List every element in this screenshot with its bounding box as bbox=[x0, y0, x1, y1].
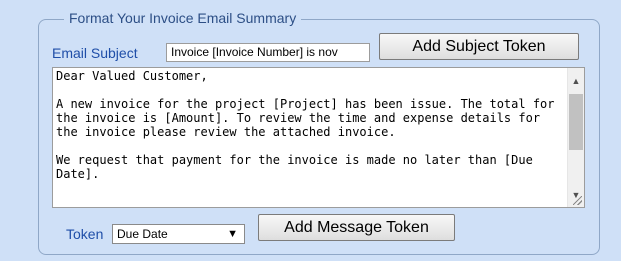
invoice-email-summary-panel: Format Your Invoice Email Summary Email … bbox=[0, 0, 621, 261]
add-message-token-button[interactable]: Add Message Token bbox=[258, 214, 455, 241]
fieldset-legend: Format Your Invoice Email Summary bbox=[64, 9, 302, 27]
message-scrollbar[interactable]: ▲ ▼ bbox=[567, 68, 584, 207]
add-subject-token-button[interactable]: Add Subject Token bbox=[379, 33, 579, 60]
scroll-thumb[interactable] bbox=[569, 94, 583, 150]
email-subject-label: Email Subject bbox=[52, 45, 138, 61]
dropdown-arrow-icon[interactable]: ▼ bbox=[227, 225, 238, 243]
token-select[interactable]: Due Date ▼ bbox=[112, 224, 245, 244]
token-select-value: Due Date bbox=[117, 227, 168, 241]
email-message-textarea[interactable]: Dear Valued Customer, A new invoice for … bbox=[52, 67, 585, 208]
token-label: Token bbox=[66, 226, 104, 242]
resize-grip-icon[interactable] bbox=[573, 196, 582, 205]
scroll-up-icon[interactable]: ▲ bbox=[568, 73, 584, 89]
email-subject-input[interactable]: Invoice [Invoice Number] is nov bbox=[166, 43, 370, 62]
email-message-text[interactable]: Dear Valued Customer, A new invoice for … bbox=[56, 69, 560, 181]
